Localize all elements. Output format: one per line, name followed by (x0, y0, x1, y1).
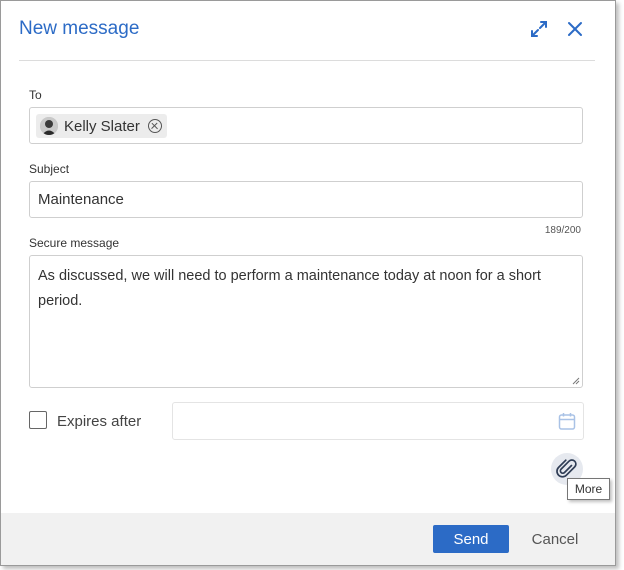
resize-handle-icon[interactable] (572, 377, 580, 385)
expires-checkbox[interactable] (29, 411, 47, 429)
more-tooltip: More (567, 478, 610, 500)
close-icon[interactable] (565, 19, 587, 41)
new-message-dialog: New message To Kelly Slater Subject Main… (0, 0, 616, 566)
subject-value: Maintenance (38, 191, 124, 208)
message-textarea[interactable]: As discussed, we will need to perform a … (29, 255, 583, 388)
remove-recipient-icon[interactable] (147, 119, 162, 133)
dialog-title: New message (19, 18, 140, 39)
avatar (40, 117, 58, 135)
to-label: To (29, 88, 42, 102)
dialog-header: New message (1, 1, 615, 60)
cancel-button[interactable]: Cancel (521, 525, 589, 553)
subject-label: Subject (29, 162, 70, 176)
header-divider (19, 60, 595, 61)
recipient-chip: Kelly Slater (36, 114, 167, 138)
calendar-icon[interactable] (557, 411, 577, 431)
expires-label: Expires after (57, 413, 142, 430)
message-value: As discussed, we will need to perform a … (38, 268, 541, 309)
expiry-date-input[interactable] (172, 402, 584, 440)
recipient-name: Kelly Slater (64, 117, 140, 135)
send-button[interactable]: Send (433, 525, 509, 553)
expand-icon[interactable] (529, 19, 551, 41)
dialog-footer: Send Cancel (1, 513, 615, 565)
subject-char-counter: 189/200 (544, 225, 581, 236)
subject-input[interactable]: Maintenance (29, 181, 583, 218)
to-field[interactable]: Kelly Slater (29, 107, 583, 144)
message-label: Secure message (29, 236, 120, 250)
